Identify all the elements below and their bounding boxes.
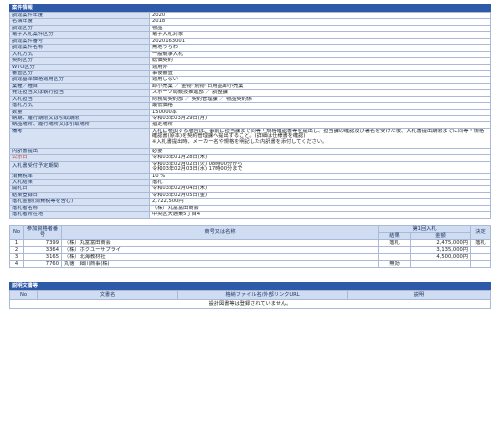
col-amount: 金額 [410,231,471,240]
result-row: 3 3165 （株）北海教材社 4,500,000円 [9,252,491,261]
result-remark [378,252,411,261]
case-info-table: 調達案件年度 2020 名簿年度 2018 調達区分 物品 電子入札案件区分 電子入札対象 調達… [9,11,491,219]
info-value: 中央区大通東5丁目4 [149,211,491,219]
result-number: 7399 [23,238,62,247]
info-row: 備考 入札に参加する場合は、事前に担当課まで同等・規格確認書等を提出し、担当課の確… [9,127,491,149]
result-no: 1 [9,238,24,247]
col-no: No [9,224,24,240]
result-remark: 落札 [378,238,411,247]
result-no: 2 [9,245,24,254]
docs-col-no: No [9,289,38,300]
info-label: 備考 [9,127,150,149]
result-name: 丸徳 細川商事(株) [61,259,379,268]
bid-results-table: No 参加資格者番号 商号又は名称 第1回入札 決定 結果 金額 1 7399 （株… [9,224,491,268]
section-title: 案件情報 [9,4,491,12]
col-round: 第1回入札 [378,224,471,233]
docs-col-doc: 文書名 [37,289,178,300]
result-amount: 3,135,000円 [410,245,471,254]
col-decision: 決定 [470,224,491,240]
result-no: 4 [9,259,24,268]
result-row: 1 7399 （株）丸富富田商会 落札 2,475,000円 落札 [9,238,491,247]
col-remark: 結果 [378,231,411,240]
result-row: 4 7760 丸徳 細川商事(株) 無効 [9,259,491,268]
result-row: 2 3364 （株）ホクユーサプライ 3,135,000円 [9,245,491,254]
docs-empty-message: 設計図書等は登録されていません。 [9,298,491,309]
docs-col-desc: 説明 [347,289,491,300]
docs-table: No 文書名 格納ファイル名/外部リンクURL 説明 設計図書等は登録されていま… [9,289,491,309]
info-label: 落札者所在地 [9,211,150,219]
result-remark [378,245,411,254]
result-remark: 無効 [378,259,411,268]
result-name: （株）ホクユーサプライ [61,245,379,254]
docs-col-file: 格納ファイル名/外部リンクURL [177,289,348,300]
result-amount: 4,500,000円 [410,252,471,261]
result-name: （株）北海教材社 [61,252,379,261]
result-decision [470,252,491,261]
result-decision: 落札 [470,238,491,247]
info-value: 入札に参加する場合は、事前に担当課まで同等・規格確認書等を提出し、担当課の確認及… [149,127,491,149]
docs-title: 説明文書等 [9,281,491,290]
result-decision [470,259,491,268]
result-no: 3 [9,252,24,261]
bid-detail-sheet: 案件情報 調達案件年度 2020 名簿年度 2018 調達区分 物品 電子入札案件区分 電子入… [9,4,491,309]
result-amount [410,259,471,268]
info-row: 落札者所在地 中央区大通東5丁目4 [9,211,491,219]
info-label: 入札書受付予定期間 [9,160,150,174]
col-number: 参加資格者番号 [23,224,62,240]
result-amount: 2,475,000円 [410,238,471,247]
result-decision [470,245,491,254]
info-row: 入札書受付予定期間 令和03年02月02日(火) 08時00分から 令和03年02… [9,160,491,174]
result-number: 3165 [23,252,62,261]
col-name: 商号又は名称 [61,224,379,240]
info-value: 令和03年02月02日(火) 08時00分から 令和03年02月03日(水) 1… [149,160,491,174]
result-number: 3364 [23,245,62,254]
result-number: 7760 [23,259,62,268]
result-name: （株）丸富富田商会 [61,238,379,247]
